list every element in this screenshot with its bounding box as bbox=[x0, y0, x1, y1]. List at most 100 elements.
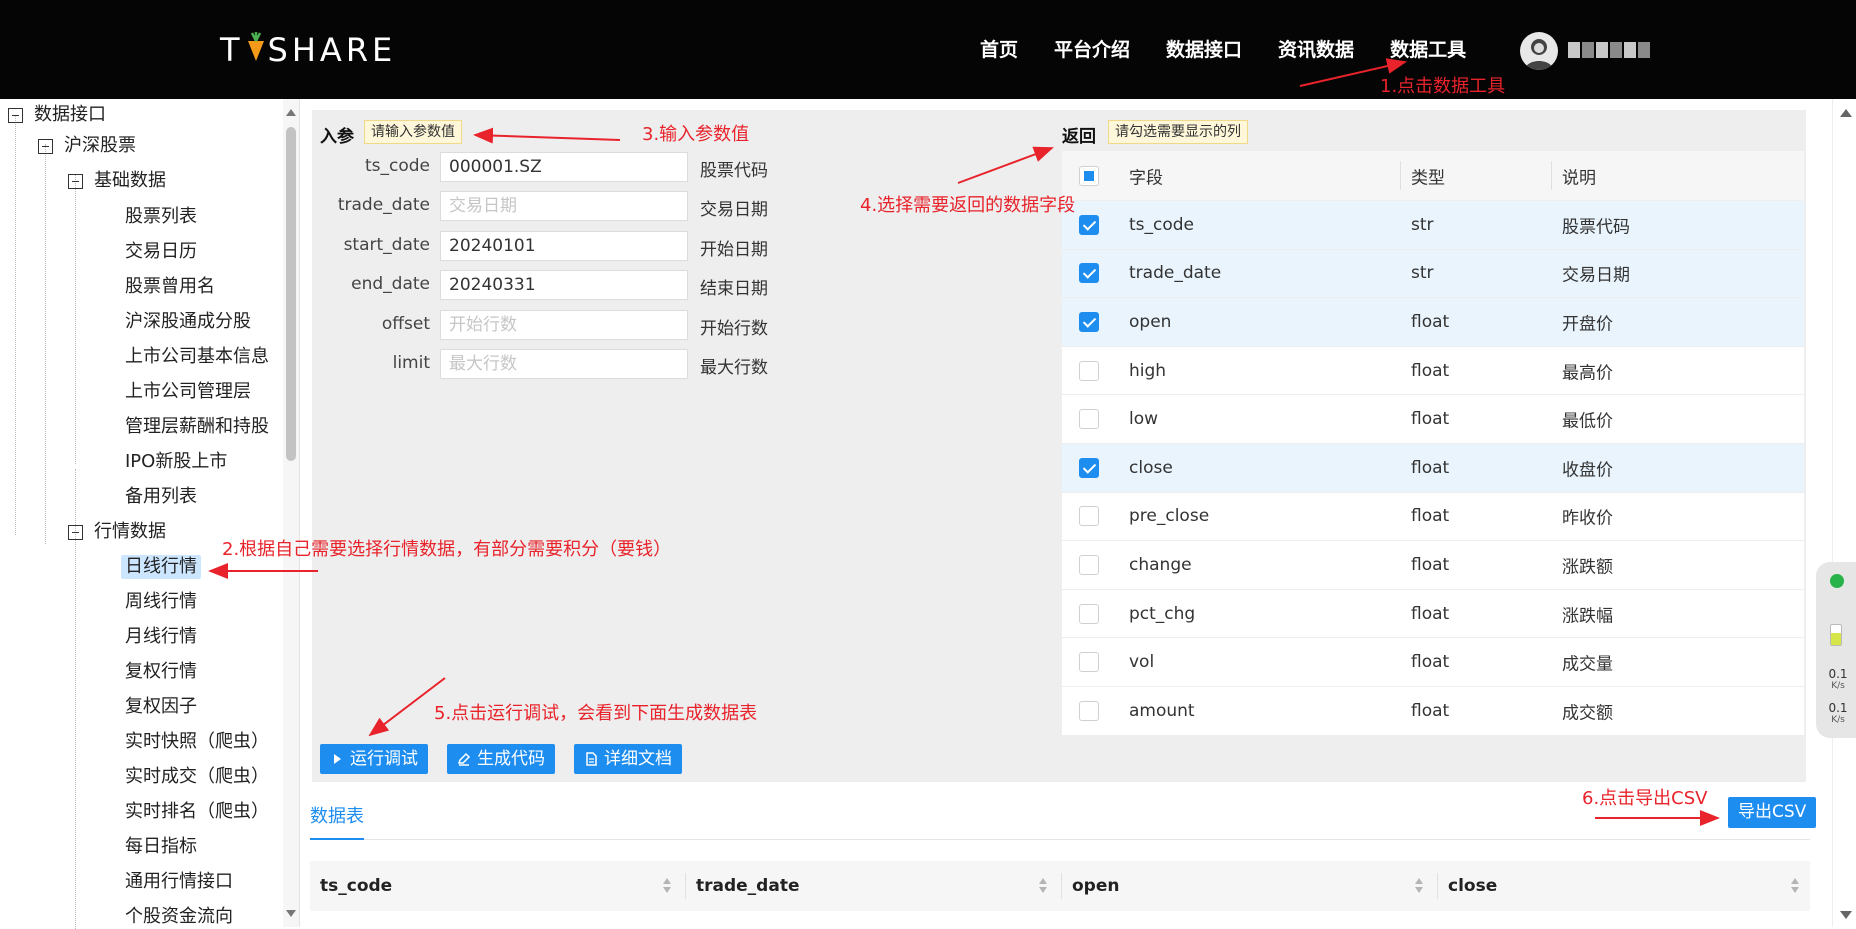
start-date-input[interactable] bbox=[440, 231, 688, 261]
field-checkbox[interactable] bbox=[1079, 506, 1099, 527]
returns-row[interactable]: close float 收盘价 bbox=[1062, 443, 1804, 493]
returns-row[interactable]: change float 涨跌额 bbox=[1062, 541, 1804, 590]
returns-row[interactable]: high float 最高价 bbox=[1062, 347, 1804, 396]
collapse-toggle-icon[interactable] bbox=[38, 139, 53, 154]
scroll-down-icon[interactable] bbox=[286, 910, 296, 917]
document-icon bbox=[586, 752, 597, 766]
tree-leaf[interactable]: 个股资金流向 bbox=[125, 905, 233, 929]
tree-group-market-data[interactable]: 行情数据 bbox=[94, 520, 166, 544]
field-type: float bbox=[1411, 652, 1450, 673]
returns-row[interactable]: low float 最低价 bbox=[1062, 395, 1804, 444]
tree-scrollbar[interactable] bbox=[283, 99, 299, 927]
param-desc: 开始日期 bbox=[700, 240, 768, 260]
end-date-input[interactable] bbox=[440, 270, 688, 300]
tree-leaf[interactable]: 月线行情 bbox=[125, 625, 197, 649]
tushare-logo[interactable]: T SHARE bbox=[220, 30, 396, 70]
returns-row[interactable]: trade_date str 交易日期 bbox=[1062, 249, 1804, 299]
trade-date-input[interactable] bbox=[440, 191, 688, 221]
field-checkbox[interactable] bbox=[1079, 457, 1099, 478]
ts-code-input[interactable] bbox=[440, 152, 688, 182]
field-checkbox[interactable] bbox=[1079, 263, 1099, 284]
tree-leaf[interactable]: 实时排名（爬虫） bbox=[125, 800, 269, 824]
field-checkbox[interactable] bbox=[1079, 652, 1099, 673]
collapse-toggle-icon[interactable] bbox=[68, 525, 83, 540]
col-ts-code[interactable]: ts_code bbox=[320, 861, 392, 911]
tree-leaf[interactable]: 实时成交（爬虫） bbox=[125, 765, 269, 789]
tree-leaf[interactable]: 上市公司基本信息 bbox=[125, 345, 269, 369]
col-close[interactable]: close bbox=[1448, 861, 1497, 911]
col-open[interactable]: open bbox=[1072, 861, 1119, 911]
tree-root[interactable]: 数据接口 bbox=[34, 103, 106, 127]
tree-leaf[interactable]: 沪深股通成分股 bbox=[125, 310, 251, 334]
username-blurred[interactable] bbox=[1568, 42, 1656, 58]
field-name: close bbox=[1129, 457, 1173, 478]
export-csv-button[interactable]: 导出CSV bbox=[1728, 797, 1817, 828]
tree-leaf[interactable]: 交易日历 bbox=[125, 240, 197, 264]
returns-row[interactable]: amount float 成交额 bbox=[1062, 687, 1804, 736]
main-nav: 首页 平台介绍 数据接口 资讯数据 数据工具 bbox=[980, 36, 1502, 64]
tree-leaf[interactable]: 实时快照（爬虫） bbox=[125, 730, 269, 754]
returns-row[interactable]: ts_code str 股票代码 bbox=[1062, 201, 1804, 250]
tree-node-shsz-stocks[interactable]: 沪深股票 bbox=[64, 134, 136, 158]
field-name: open bbox=[1129, 311, 1172, 332]
nav-home[interactable]: 首页 bbox=[980, 36, 1018, 64]
user-avatar[interactable] bbox=[1520, 32, 1558, 70]
field-checkbox[interactable] bbox=[1079, 700, 1099, 721]
field-checkbox[interactable] bbox=[1079, 409, 1099, 430]
tree-leaf[interactable]: 股票列表 bbox=[125, 205, 197, 229]
param-desc: 股票代码 bbox=[700, 161, 768, 181]
run-debug-button[interactable]: 运行调试 bbox=[320, 744, 428, 774]
annotation-step1: 1.点击数据工具 bbox=[1380, 76, 1506, 97]
returns-row[interactable]: pct_chg float 涨跌幅 bbox=[1062, 590, 1804, 639]
tree-leaf[interactable]: 管理层薪酬和持股 bbox=[125, 415, 269, 439]
field-checkbox[interactable] bbox=[1079, 360, 1099, 381]
field-checkbox[interactable] bbox=[1079, 603, 1099, 624]
nav-platform-intro[interactable]: 平台介绍 bbox=[1054, 36, 1130, 64]
field-name: change bbox=[1129, 554, 1192, 575]
sort-icon[interactable] bbox=[663, 878, 672, 894]
nav-data-tools[interactable]: 数据工具 bbox=[1390, 36, 1466, 64]
tree-group-basic-data[interactable]: 基础数据 bbox=[94, 169, 166, 193]
tree-leaf[interactable]: 上市公司管理层 bbox=[125, 380, 251, 404]
tree-leaf[interactable]: 通用行情接口 bbox=[125, 870, 233, 894]
select-all-checkbox[interactable] bbox=[1079, 165, 1099, 186]
offset-input[interactable] bbox=[440, 310, 688, 340]
col-trade-date[interactable]: trade_date bbox=[696, 861, 799, 911]
tree-leaf[interactable]: 备用列表 bbox=[125, 485, 197, 509]
returns-row[interactable]: vol float 成交量 bbox=[1062, 638, 1804, 687]
generate-code-button[interactable]: 生成代码 bbox=[447, 744, 555, 774]
scroll-thumb[interactable] bbox=[286, 127, 296, 461]
tab-datatable[interactable]: 数据表 bbox=[310, 802, 364, 840]
field-checkbox[interactable] bbox=[1079, 311, 1099, 332]
tree-leaf[interactable]: 复权因子 bbox=[125, 695, 197, 719]
sort-icon[interactable] bbox=[1415, 878, 1424, 894]
scroll-up-icon[interactable] bbox=[286, 109, 296, 116]
field-type: float bbox=[1411, 457, 1450, 478]
collapse-toggle-icon[interactable] bbox=[68, 174, 83, 189]
page-scrollbar[interactable] bbox=[1832, 99, 1856, 927]
tree-leaf-selected[interactable]: 日线行情 bbox=[121, 555, 201, 579]
tree-leaf[interactable]: 每日指标 bbox=[125, 835, 197, 859]
tree-leaf[interactable]: 股票曾用名 bbox=[125, 275, 215, 299]
limit-input[interactable] bbox=[440, 349, 688, 379]
sort-icon[interactable] bbox=[1039, 878, 1048, 894]
scroll-down-icon[interactable] bbox=[1840, 911, 1852, 919]
returns-row[interactable]: open float 开盘价 bbox=[1062, 298, 1804, 347]
nav-data-api[interactable]: 数据接口 bbox=[1166, 36, 1242, 64]
tree-leaf[interactable]: 周线行情 bbox=[125, 590, 197, 614]
field-name: amount bbox=[1129, 700, 1195, 721]
nav-news-data[interactable]: 资讯数据 bbox=[1278, 36, 1354, 64]
sort-icon[interactable] bbox=[1791, 878, 1800, 894]
param-desc: 最大行数 bbox=[700, 358, 768, 378]
scroll-up-icon[interactable] bbox=[1840, 109, 1852, 117]
field-checkbox[interactable] bbox=[1079, 554, 1099, 575]
field-name: high bbox=[1129, 360, 1167, 381]
field-checkbox[interactable] bbox=[1079, 214, 1099, 235]
tree-leaf[interactable]: 复权行情 bbox=[125, 660, 197, 684]
network-speed-widget[interactable]: 0.1 K/s 0.1 K/s bbox=[1816, 562, 1856, 738]
tree-leaf[interactable]: IPO新股上市 bbox=[125, 450, 227, 474]
detail-doc-button[interactable]: 详细文档 bbox=[574, 744, 682, 774]
param-desc: 交易日期 bbox=[700, 200, 768, 220]
collapse-toggle-icon[interactable] bbox=[8, 108, 23, 123]
returns-row[interactable]: pre_close float 昨收价 bbox=[1062, 493, 1804, 542]
